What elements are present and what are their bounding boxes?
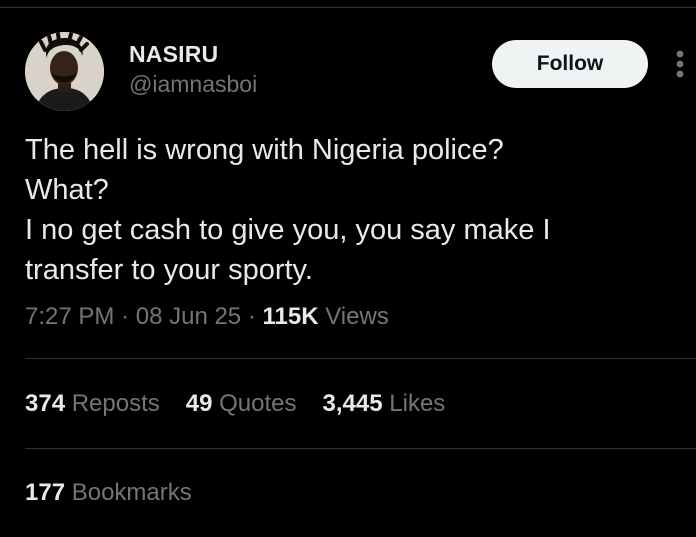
views-count: 115K	[262, 303, 319, 330]
tweet-meta: 7:27 PM · 08 Jun 25 · 115K Views	[25, 303, 389, 331]
likes-stat[interactable]: 3,445 Likes	[323, 390, 446, 418]
quotes-count: 49	[185, 390, 213, 417]
bookmarks-stat[interactable]: 177 Bookmarks	[25, 479, 192, 507]
tweet-text: The hell is wrong with Nigeria police? W…	[25, 130, 665, 290]
divider	[25, 448, 696, 449]
reposts-count: 374	[25, 390, 66, 417]
views-label: Views	[325, 303, 389, 330]
reposts-label: Reposts	[71, 390, 160, 417]
tweet-time[interactable]: 7:27 PM	[25, 303, 114, 330]
author-handle[interactable]: @iamnasboi	[129, 71, 257, 98]
meta-separator: ·	[247, 303, 256, 330]
reposts-stat[interactable]: 374 Reposts	[25, 390, 160, 418]
top-divider	[0, 7, 696, 8]
tweet-line: What?	[25, 174, 109, 206]
quotes-stat[interactable]: 49 Quotes	[186, 390, 297, 418]
tweet-line: transfer to your sporty.	[25, 254, 313, 286]
avatar-image	[25, 32, 104, 111]
tweet-line: I no get cash to give you, you say make …	[25, 214, 551, 246]
likes-count: 3,445	[322, 390, 383, 417]
avatar[interactable]	[25, 32, 104, 111]
bookmarks-label: Bookmarks	[71, 479, 192, 506]
divider	[25, 358, 696, 359]
author-name[interactable]: NASIRU	[129, 41, 218, 68]
likes-label: Likes	[389, 390, 446, 417]
more-options-button[interactable]	[668, 44, 692, 84]
quotes-label: Quotes	[219, 390, 297, 417]
engagement-stats: 374 Reposts 49 Quotes 3,445 Likes	[25, 390, 445, 418]
meta-separator: ·	[121, 303, 130, 330]
follow-button[interactable]: Follow	[492, 40, 648, 88]
tweet-line: The hell is wrong with Nigeria police?	[25, 134, 504, 166]
more-vertical-icon	[676, 50, 684, 78]
tweet-date[interactable]: 08 Jun 25	[136, 303, 241, 330]
bookmarks-count: 177	[25, 479, 66, 506]
